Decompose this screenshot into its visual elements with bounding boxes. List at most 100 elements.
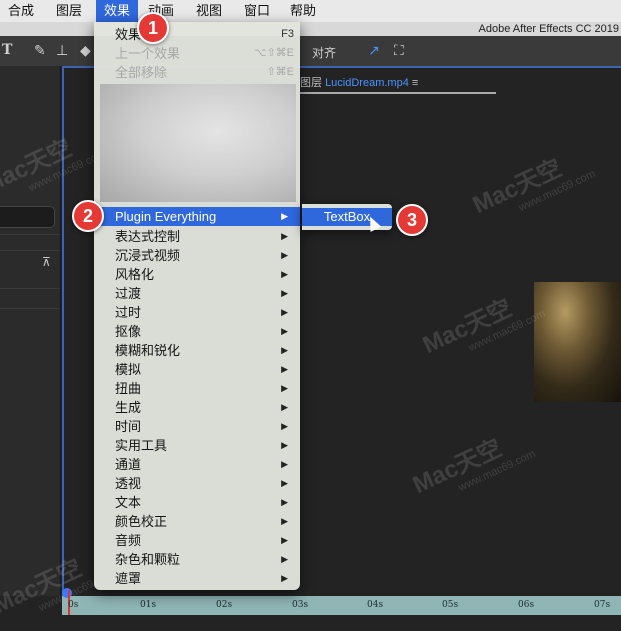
submenu-arrow-icon: ▶ (281, 383, 288, 393)
submenu-arrow-icon: ▶ (281, 269, 288, 279)
menu-item-label: 遮罩 (115, 571, 142, 586)
menu-item-label: 颜色校正 (115, 514, 168, 529)
submenu-arrow-icon: ▶ (281, 231, 288, 241)
app-title: Adobe After Effects CC 2019 (478, 23, 619, 35)
menu-item-label: 扭曲 (115, 381, 142, 396)
menu-item-category[interactable]: 表达式控制 ▶ (94, 227, 300, 246)
timeline-ruler[interactable]: 0s 01s 02s 03s 04s 05s 06s 07s (62, 588, 621, 615)
menu-item-category[interactable]: 时间 ▶ (94, 417, 300, 436)
eraser-tool-icon[interactable]: ◆ (80, 42, 91, 59)
time-tick: 01s (140, 600, 157, 610)
layer-tab-name: LucidDream.mp4 (325, 77, 409, 89)
menu-item-remove-all: 全部移除 ⇧⌘E (115, 65, 294, 80)
menu-item-label: 沉浸式视频 (115, 248, 181, 263)
menu-item-label: 通道 (115, 457, 142, 472)
expand-icon[interactable]: ⛶ (394, 42, 404, 59)
menu-window[interactable]: 窗口 (244, 0, 270, 22)
menu-item-category[interactable]: 颜色校正 ▶ (94, 512, 300, 531)
menu-item-category[interactable]: 抠像 ▶ (94, 322, 300, 341)
menu-effect[interactable]: 效果 (96, 0, 139, 22)
menu-item-category[interactable]: 实用工具 ▶ (94, 436, 300, 455)
menu-item-category[interactable]: 生成 ▶ (94, 398, 300, 417)
menu-view[interactable]: 视图 (196, 0, 222, 22)
menu-item-category[interactable]: 沉浸式视频 ▶ (94, 246, 300, 265)
menu-item-label: 过时 (115, 305, 142, 320)
menu-item-label: 文本 (115, 495, 142, 510)
menu-help[interactable]: 帮助 (290, 0, 316, 22)
menu-item-last-effect: 上一个效果 ⌥⇧⌘E (115, 46, 294, 61)
submenu-arrow-icon: ▶ (281, 535, 288, 545)
menu-item-label: 模拟 (115, 362, 142, 377)
time-tick: 02s (216, 600, 233, 610)
menu-item-category[interactable]: 过渡 ▶ (94, 284, 300, 303)
time-tick: 07s (594, 600, 611, 610)
align-label: 对齐 (312, 46, 337, 60)
current-time-indicator[interactable] (62, 588, 72, 598)
menu-bar: 合成 图层 效果 动画 视图 窗口 帮助 (0, 0, 621, 23)
submenu-arrow-icon: ▶ (281, 211, 288, 221)
layer-tab[interactable]: 图层 LucidDream.mp4 ≡ (300, 74, 418, 92)
menu-item-category[interactable]: 文本 ▶ (94, 493, 300, 512)
submenu-arrow-icon: ▶ (281, 326, 288, 336)
submenu-arrow-icon: ▶ (281, 516, 288, 526)
brush-tool-icon[interactable]: ✎ (34, 42, 46, 59)
menu-item-label: 风格化 (115, 267, 155, 282)
layer-tab-prefix: 图层 (300, 77, 322, 89)
submenu-arrow-icon: ▶ (281, 307, 288, 317)
submenu-arrow-icon: ▶ (281, 440, 288, 450)
tab-menu-icon[interactable]: ≡ (412, 77, 418, 89)
menu-item-label: 过渡 (115, 286, 142, 301)
menu-item-category[interactable]: 模糊和锐化 ▶ (94, 341, 300, 360)
search-field[interactable] (0, 206, 55, 228)
submenu-arrow-icon: ▶ (281, 478, 288, 488)
menu-item-label: 音频 (115, 533, 142, 548)
menu-item-label: 实用工具 (115, 438, 168, 453)
submenu-arrow-icon: ▶ (281, 421, 288, 431)
submenu-arrow-icon: ▶ (281, 573, 288, 583)
menu-item-label: 表达式控制 (115, 229, 181, 244)
menu-item-label: 时间 (115, 419, 142, 434)
effects-menu: 效果控件 F3 上一个效果 ⌥⇧⌘E 全部移除 ⇧⌘E Plugin Every… (94, 22, 300, 590)
submenu-arrow-icon: ▶ (281, 554, 288, 564)
video-frame-preview (534, 282, 621, 402)
menu-item-plugin-everything[interactable]: Plugin Everything ▶ (94, 207, 300, 226)
snap-icon[interactable]: ↗ (368, 42, 380, 59)
panel-divider (0, 288, 60, 289)
panel-divider (0, 250, 60, 251)
menu-item-category[interactable]: 杂色和颗粒 ▶ (94, 550, 300, 569)
menu-item-label: 杂色和颗粒 (115, 552, 181, 567)
menu-item-category[interactable]: 扭曲 ▶ (94, 379, 300, 398)
menu-item-category[interactable]: 模拟 ▶ (94, 360, 300, 379)
menu-item-category[interactable]: 遮罩 ▶ (94, 569, 300, 588)
menu-item-category[interactable]: 音频 ▶ (94, 531, 300, 550)
submenu-arrow-icon: ▶ (281, 250, 288, 260)
menu-item-label: 抠像 (115, 324, 142, 339)
menu-item-category[interactable]: 通道 ▶ (94, 455, 300, 474)
menu-item-label: 透视 (115, 476, 142, 491)
submenu-arrow-icon: ▶ (281, 402, 288, 412)
tab-underline (300, 92, 496, 94)
time-tick: 05s (442, 600, 459, 610)
time-tick: 04s (367, 600, 384, 610)
blurred-recent-effects (100, 84, 296, 202)
menu-item-category[interactable]: 透视 ▶ (94, 474, 300, 493)
menu-item-effect-controls[interactable]: 效果控件 F3 (94, 25, 300, 44)
time-tick: 03s (292, 600, 309, 610)
submenu-arrow-icon: ▶ (281, 497, 288, 507)
panel-divider (0, 234, 60, 235)
step-badge-1: 1 (137, 12, 169, 44)
clone-stamp-tool-icon[interactable]: ⊥ (56, 42, 68, 59)
time-tick: 0s (68, 600, 79, 610)
menu-composition[interactable]: 合成 (8, 0, 34, 22)
panel-divider (0, 308, 60, 309)
submenu-arrow-icon: ▶ (281, 345, 288, 355)
time-tick: 06s (518, 600, 535, 610)
submenu-arrow-icon: ▶ (281, 364, 288, 374)
hierarchy-icon[interactable]: ⊼ (42, 255, 51, 269)
menu-layer[interactable]: 图层 (56, 0, 82, 22)
menu-item-category[interactable]: 过时 ▶ (94, 303, 300, 322)
submenu-arrow-icon: ▶ (281, 459, 288, 469)
text-tool-icon[interactable]: T (2, 42, 12, 58)
step-badge-2: 2 (72, 200, 104, 232)
menu-item-category[interactable]: 风格化 ▶ (94, 265, 300, 284)
